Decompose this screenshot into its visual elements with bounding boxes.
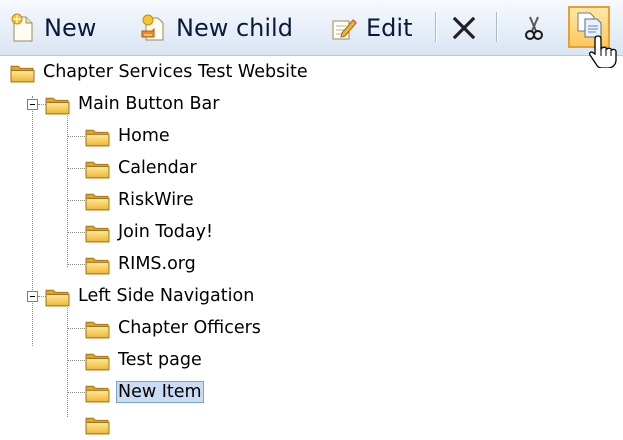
tree-node-label: RIMS.org (118, 254, 196, 274)
tree-node-label: Left Side Navigation (78, 286, 255, 306)
folder-icon (85, 382, 110, 403)
tree-connector-line (67, 264, 85, 265)
tree-node-label: Calendar (118, 158, 197, 178)
folder-icon (85, 222, 110, 243)
tree-node-item[interactable]: RiskWire (85, 184, 196, 216)
tree-node-item[interactable]: Calendar (85, 152, 199, 184)
new-child-button-label: New child (176, 14, 293, 42)
tree-node-label: Chapter Officers (118, 318, 261, 338)
folder-icon (85, 158, 110, 179)
folder-icon (45, 94, 70, 115)
folder-icon (85, 126, 110, 147)
tree-connector-line (67, 328, 85, 329)
tree-node-main-button-bar[interactable]: Main Button Bar (45, 88, 221, 120)
tree-node-item-selected[interactable]: New Item (85, 376, 204, 408)
tree-node-root[interactable]: Chapter Services Test Website (10, 56, 310, 88)
scissors-icon (522, 13, 546, 43)
folder-icon (10, 62, 35, 83)
tree-connector-line (67, 308, 68, 417)
tree-node-item-partial[interactable] (85, 408, 110, 440)
new-child-icon (140, 13, 168, 43)
tree-node-label: Test page (118, 350, 202, 370)
tree-node-item[interactable]: RIMS.org (85, 248, 198, 280)
tree-node-item[interactable]: Chapter Officers (85, 312, 263, 344)
tree-connector-line (67, 136, 85, 137)
folder-icon (85, 318, 110, 339)
tree-node-label: New Item (116, 381, 204, 403)
edit-icon (330, 13, 358, 43)
tree-node-item[interactable]: Join Today! (85, 216, 215, 248)
cut-button[interactable] (522, 8, 546, 48)
tree-node-label: Main Button Bar (78, 94, 220, 114)
tree-connector-line (32, 96, 33, 346)
site-tree: Chapter Services Test Website Main Butto… (0, 56, 623, 417)
edit-button[interactable]: Edit (330, 8, 412, 48)
tree-connector-line (67, 392, 85, 393)
tree-connector-line (67, 200, 85, 201)
close-icon (449, 13, 479, 43)
folder-icon (85, 190, 110, 211)
tree-connector-line (67, 168, 85, 169)
folder-icon (45, 286, 70, 307)
tree-node-label: Join Today! (118, 222, 214, 242)
tree-node-label: Chapter Services Test Website (43, 62, 308, 82)
toolbar-separator (435, 12, 437, 42)
new-button[interactable]: New (10, 8, 96, 48)
new-page-icon (10, 13, 36, 43)
tree-connector-line (67, 360, 85, 361)
folder-icon (85, 254, 110, 275)
new-child-button[interactable]: New child (140, 8, 293, 48)
new-button-label: New (44, 14, 97, 42)
folder-icon (85, 350, 110, 371)
toolbar: New New child Edit (0, 0, 623, 56)
tree-node-label: Home (118, 126, 170, 146)
toolbar-separator (496, 12, 498, 42)
tree-connector-line (67, 232, 85, 233)
collapse-toggle[interactable] (27, 99, 38, 110)
tree-node-item[interactable]: Test page (85, 344, 204, 376)
tree-node-label: RiskWire (118, 190, 194, 210)
edit-button-label: Edit (366, 14, 413, 42)
tree-node-left-side-navigation[interactable]: Left Side Navigation (45, 280, 256, 312)
delete-button[interactable] (449, 8, 479, 48)
tree-connector-line (67, 116, 68, 267)
tree-node-item[interactable]: Home (85, 120, 172, 152)
collapse-toggle[interactable] (27, 291, 38, 302)
